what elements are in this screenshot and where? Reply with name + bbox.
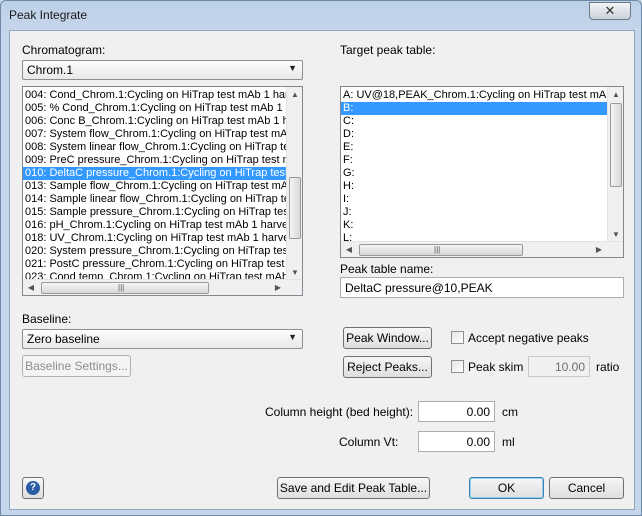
dialog-title: Peak Integrate (9, 8, 88, 22)
scroll-right-icon[interactable]: ▶ (270, 280, 286, 295)
scroll-up-icon[interactable]: ▲ (287, 87, 302, 103)
chromatogram-list-item[interactable]: 013: Sample flow_Chrom.1:Cycling on HiTr… (23, 180, 286, 193)
scroll-left-icon[interactable]: ◀ (341, 242, 357, 257)
chromatogram-vscroll-thumb[interactable] (289, 177, 301, 239)
target-list-item[interactable]: J: (341, 206, 607, 219)
chromatogram-list-item[interactable]: 007: System flow_Chrom.1:Cycling on HiTr… (23, 128, 286, 141)
chromatogram-list-item[interactable]: 014: Sample linear flow_Chrom.1:Cycling … (23, 193, 286, 206)
target-hscroll-thumb[interactable]: ||| (359, 244, 523, 256)
peak-skim-ratio-input[interactable]: 10.00 (528, 356, 590, 377)
peak-window-button[interactable]: Peak Window... (343, 327, 432, 349)
target-list-item[interactable]: I: (341, 193, 607, 206)
close-icon: ✕ (604, 3, 616, 18)
peak-integrate-dialog: Peak Integrate ✕ Chromatogram: Chrom.1 ▼… (0, 0, 642, 516)
reject-peaks-button[interactable]: Reject Peaks... (343, 356, 432, 378)
target-list-item[interactable]: E: (341, 141, 607, 154)
chromatogram-label: Chromatogram: (22, 43, 106, 57)
target-list-item[interactable]: B: (341, 102, 607, 115)
chromatogram-list-item[interactable]: 015: Sample pressure_Chrom.1:Cycling on … (23, 206, 286, 219)
accept-negative-peaks-label: Accept negative peaks (468, 331, 589, 345)
target-list-item[interactable]: K: (341, 219, 607, 232)
column-height-label: Column height (bed height): (265, 405, 414, 419)
help-icon: ? (26, 481, 40, 495)
column-vt-label: Column Vt: (339, 435, 399, 449)
accept-negative-peaks-checkbox[interactable] (451, 331, 464, 344)
target-vscroll-thumb[interactable] (610, 103, 622, 187)
target-hscrollbar[interactable]: ◀ ||| ▶ (341, 241, 623, 257)
close-button[interactable]: ✕ (589, 2, 631, 20)
chromatogram-list-item[interactable]: 010: DeltaC pressure_Chrom.1:Cycling on … (23, 167, 286, 180)
chromatogram-list-item[interactable]: 020: System pressure_Chrom.1:Cycling on … (23, 245, 286, 258)
target-list-item[interactable]: A: UV@18,PEAK_Chrom.1:Cycling on HiTrap … (341, 89, 607, 102)
chevron-down-icon: ▼ (288, 332, 297, 342)
ratio-label: ratio (596, 360, 620, 374)
chromatogram-list: 004: Cond_Chrom.1:Cycling on HiTrap test… (23, 89, 286, 284)
target-list-item[interactable]: D: (341, 128, 607, 141)
chromatogram-list-item[interactable]: 004: Cond_Chrom.1:Cycling on HiTrap test… (23, 89, 286, 102)
help-button[interactable]: ? (22, 477, 44, 499)
chromatogram-selected-value: Chrom.1 (27, 63, 74, 77)
chromatogram-listbox[interactable]: 004: Cond_Chrom.1:Cycling on HiTrap test… (22, 86, 303, 296)
chromatogram-list-item[interactable]: 018: UV_Chrom.1:Cycling on HiTrap test m… (23, 232, 286, 245)
target-peak-table-listbox[interactable]: A: UV@18,PEAK_Chrom.1:Cycling on HiTrap … (340, 86, 624, 258)
scroll-right-icon[interactable]: ▶ (591, 242, 607, 257)
target-peak-table-label: Target peak table: (340, 43, 436, 57)
column-height-unit: cm (502, 405, 518, 419)
chromatogram-select[interactable]: Chrom.1 ▼ (22, 60, 303, 80)
chromatogram-hscroll-thumb[interactable]: ||| (41, 282, 209, 294)
column-height-input[interactable]: 0.00 (418, 401, 495, 422)
cancel-button[interactable]: Cancel (549, 477, 624, 499)
target-list-item[interactable]: F: (341, 154, 607, 167)
chromatogram-list-item[interactable]: 005: % Cond_Chrom.1:Cycling on HiTrap te… (23, 102, 286, 115)
chromatogram-list-item[interactable]: 021: PostC pressure_Chrom.1:Cycling on H… (23, 258, 286, 271)
target-list-item[interactable]: C: (341, 115, 607, 128)
baseline-selected-value: Zero baseline (27, 332, 100, 346)
peak-skim-checkbox[interactable] (451, 360, 464, 373)
chromatogram-list-item[interactable]: 008: System linear flow_Chrom.1:Cycling … (23, 141, 286, 154)
grip-icon: ||| (434, 245, 441, 254)
chevron-down-icon: ▼ (288, 63, 297, 73)
target-list-item[interactable]: G: (341, 167, 607, 180)
chromatogram-list-item[interactable]: 009: PreC pressure_Chrom.1:Cycling on Hi… (23, 154, 286, 167)
chromatogram-vscrollbar[interactable]: ▲ ▼ (286, 87, 302, 281)
baseline-select[interactable]: Zero baseline ▼ (22, 329, 303, 349)
target-list-item[interactable]: H: (341, 180, 607, 193)
chromatogram-list-item[interactable]: 006: Conc B_Chrom.1:Cycling on HiTrap te… (23, 115, 286, 128)
peak-table-name-input[interactable]: DeltaC pressure@10,PEAK (340, 277, 624, 298)
target-list: A: UV@18,PEAK_Chrom.1:Cycling on HiTrap … (341, 89, 607, 245)
grip-icon: ||| (118, 283, 125, 292)
ok-button[interactable]: OK (469, 477, 544, 499)
column-vt-input[interactable]: 0.00 (418, 431, 495, 452)
target-vscrollbar[interactable]: ▲ ▼ (607, 87, 623, 243)
peak-table-name-label: Peak table name: (340, 262, 434, 276)
title-bar: Peak Integrate ✕ (1, 1, 641, 29)
chromatogram-hscrollbar[interactable]: ◀ ||| ▶ (23, 279, 302, 295)
baseline-label: Baseline: (22, 312, 72, 326)
chromatogram-list-item[interactable]: 016: pH_Chrom.1:Cycling on HiTrap test m… (23, 219, 286, 232)
column-vt-unit: ml (502, 435, 515, 449)
dialog-body: Chromatogram: Chrom.1 ▼ 004: Cond_Chrom.… (9, 30, 635, 510)
scroll-up-icon[interactable]: ▲ (608, 87, 623, 103)
scroll-left-icon[interactable]: ◀ (23, 280, 39, 295)
save-and-edit-peak-table-button[interactable]: Save and Edit Peak Table... (277, 477, 430, 499)
baseline-settings-button[interactable]: Baseline Settings... (22, 355, 131, 377)
peak-skim-label: Peak skim (468, 360, 524, 374)
